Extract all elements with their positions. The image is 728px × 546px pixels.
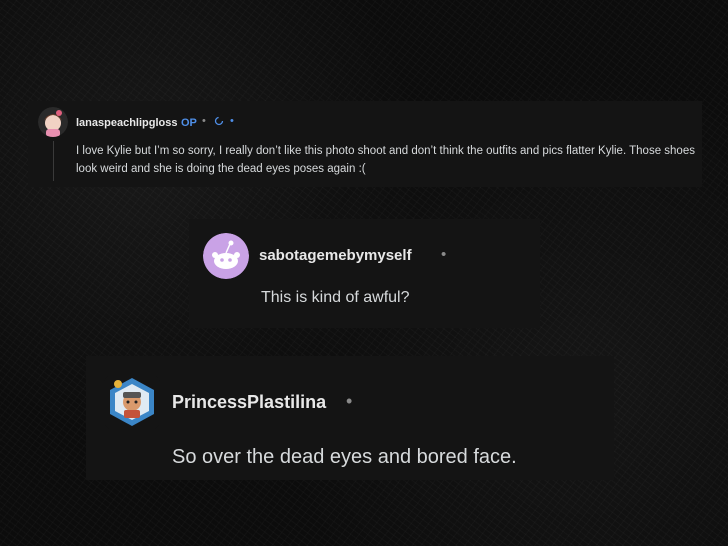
separator-dot: • — [346, 391, 353, 411]
reddit-snoo-avatar-icon[interactable] — [203, 233, 249, 279]
separator-dot: • — [441, 246, 447, 263]
comment-username[interactable]: PrincessPlastilina — [172, 392, 326, 413]
separator-dot: • — [202, 115, 206, 127]
comment-card-sabotagemebymyself: sabotagemebymyself • This is kind of awf… — [189, 219, 540, 328]
op-badge: OP — [181, 117, 197, 129]
comment-username[interactable]: lanaspeachlipgloss — [76, 117, 177, 129]
comment-card-princessplastilina: PrincessPlastilina • So over the dead ey… — [86, 356, 614, 480]
refresh-badge-icon — [214, 116, 224, 126]
comment-text: This is kind of awful? — [261, 289, 410, 306]
thread-line — [53, 141, 54, 181]
comment-text: So over the dead eyes and bored face. — [172, 446, 517, 468]
comment-username[interactable]: sabotagemebymyself — [259, 247, 412, 264]
user-avatar[interactable] — [104, 374, 160, 430]
comment-text: I love Kylie but I’m so sorry, I really … — [76, 145, 695, 175]
user-avatar[interactable] — [38, 107, 68, 137]
separator-dot: • — [230, 115, 234, 127]
comment-card-lanaspeachlipgloss: lanaspeachlipgloss OP • • I love Kylie b… — [28, 101, 702, 187]
